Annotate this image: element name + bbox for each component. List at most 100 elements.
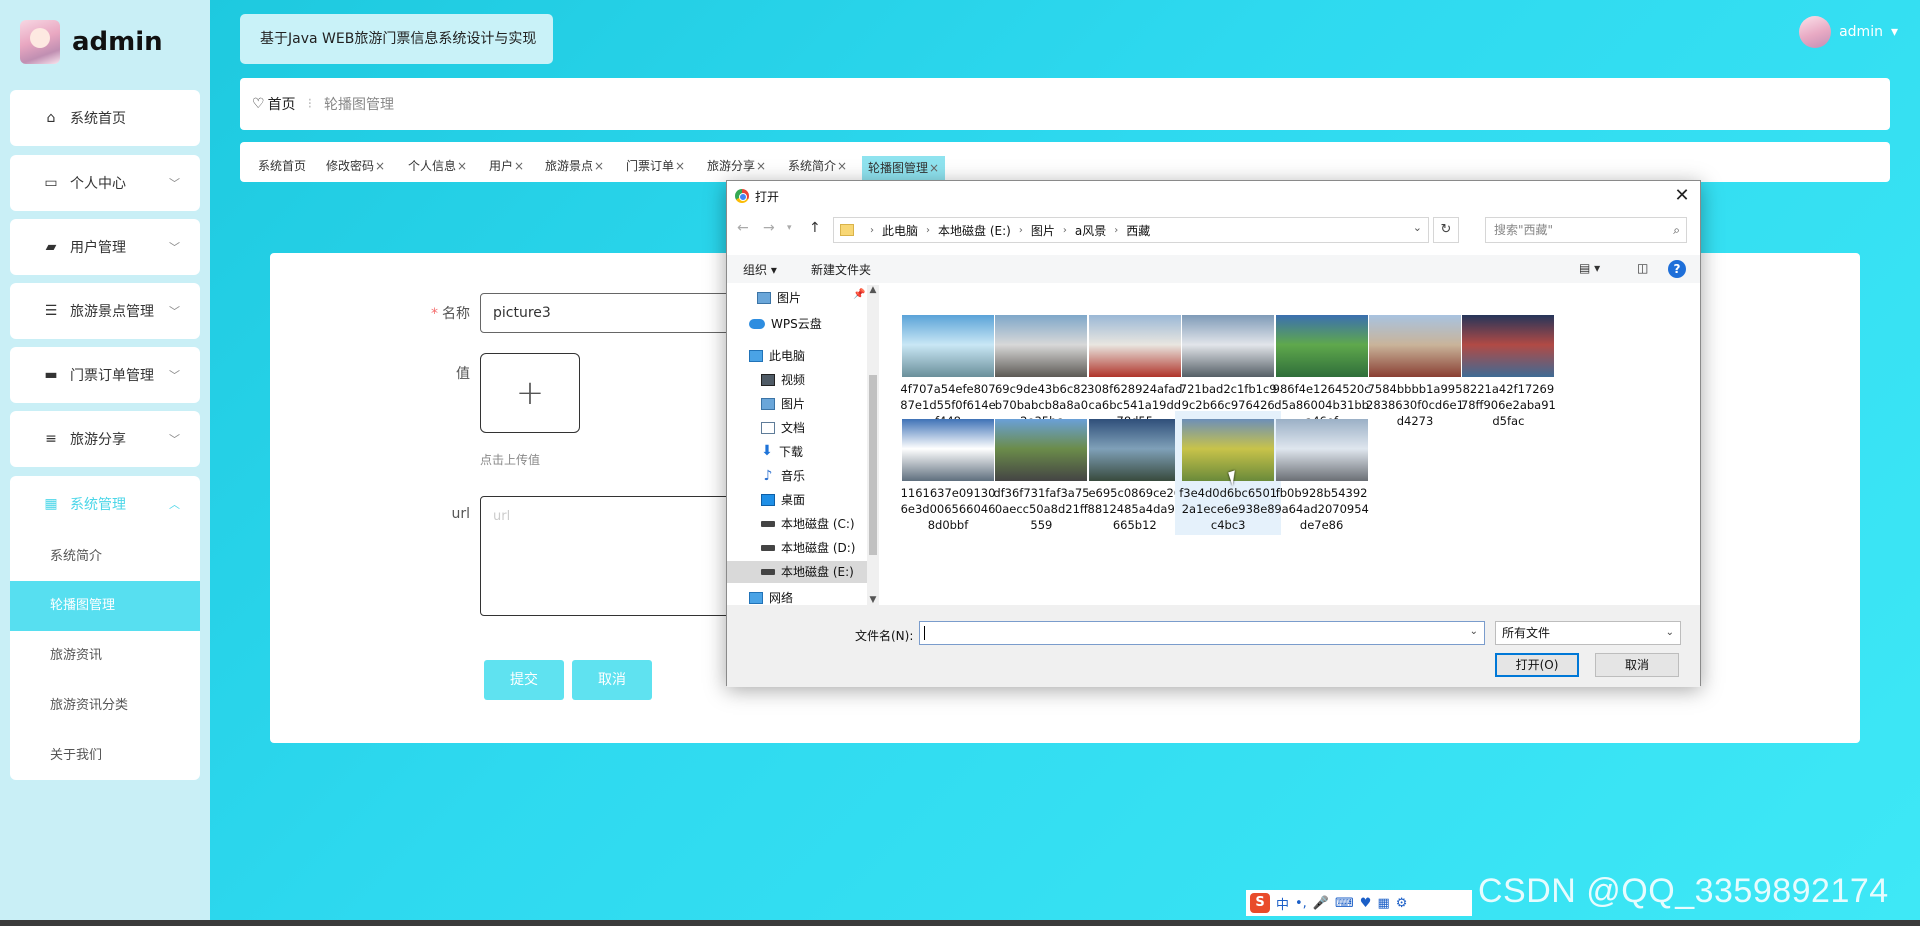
- name-field[interactable]: picture3: [480, 293, 740, 333]
- submenu-item-news-category[interactable]: 旅游资讯分类: [10, 681, 200, 731]
- up-arrow-icon[interactable]: ↑: [809, 220, 821, 236]
- tab-carousel-management[interactable]: 轮播图管理×: [862, 156, 946, 180]
- nav-item-network[interactable]: 网络: [749, 587, 793, 605]
- path-segment[interactable]: 图片: [1031, 222, 1055, 239]
- file-item[interactable]: 1161637e091306e3d0065660468d0bbf: [895, 411, 1001, 535]
- close-icon[interactable]: ×: [457, 159, 467, 173]
- open-button[interactable]: 打开(O): [1495, 653, 1579, 677]
- nav-item-wps-cloud[interactable]: WPS云盘: [749, 313, 822, 335]
- nav-item-disk-c[interactable]: 本地磁盘 (C:): [761, 513, 855, 535]
- nav-item-music[interactable]: ♪ 音乐: [761, 465, 805, 487]
- file-thumbnail: [1462, 315, 1555, 377]
- keyboard-icon[interactable]: ⌨: [1335, 896, 1354, 911]
- close-icon[interactable]: ✕: [1672, 185, 1692, 206]
- sidebar-item-attractions[interactable]: ☰ 旅游景点管理 ﹀: [10, 283, 200, 339]
- close-icon[interactable]: ×: [756, 159, 766, 173]
- name-label: * 名称: [431, 306, 470, 322]
- path-segment[interactable]: 此电脑: [882, 222, 918, 239]
- sidebar-item-label: 旅游景点管理: [70, 304, 154, 320]
- chevron-down-icon[interactable]: ⌄: [1470, 626, 1478, 637]
- nav-item-videos[interactable]: 视频: [761, 369, 805, 391]
- organize-button[interactable]: 组织 ▾: [743, 261, 777, 278]
- sidebar-item-personal-center[interactable]: ▭ 个人中心 ﹀: [10, 155, 200, 211]
- tab-personal-info[interactable]: 个人信息×: [408, 154, 467, 178]
- sidebar-item-label: 个人中心: [70, 176, 126, 192]
- file-item[interactable]: fb0b928b543929a64ad2070954de7e86: [1269, 411, 1375, 535]
- skin-icon[interactable]: ♥: [1360, 896, 1372, 911]
- forward-arrow-icon[interactable]: →: [763, 220, 775, 236]
- chevron-down-icon[interactable]: ⌄: [1413, 221, 1422, 234]
- punctuation-icon[interactable]: •,: [1295, 896, 1307, 911]
- submit-button[interactable]: 提交: [484, 660, 564, 700]
- nav-item-disk-d[interactable]: 本地磁盘 (D:): [761, 537, 855, 559]
- nav-item-this-pc[interactable]: 此电脑: [749, 345, 805, 367]
- brand: admin: [20, 20, 163, 64]
- file-item[interactable]: 7584bbbb1a9952838630f0cd6e1d4273: [1362, 307, 1468, 431]
- close-icon[interactable]: ×: [929, 161, 939, 175]
- close-icon[interactable]: ×: [675, 159, 685, 173]
- sidebar-item-system-management[interactable]: ▦ 系统管理 ︿: [10, 476, 200, 532]
- ime-mode[interactable]: 中: [1276, 894, 1289, 913]
- submenu-item-carousel[interactable]: 轮播图管理: [10, 581, 200, 631]
- sidebar-item-ticket-orders[interactable]: ▬ 门票订单管理 ﹀: [10, 347, 200, 403]
- microphone-icon[interactable]: 🎤: [1313, 896, 1329, 911]
- view-options-icon[interactable]: ▤ ▾: [1579, 261, 1600, 275]
- help-icon[interactable]: ?: [1668, 260, 1686, 278]
- tab-change-password[interactable]: 修改密码×: [326, 154, 385, 178]
- tab-travel-share[interactable]: 旅游分享×: [707, 154, 766, 178]
- breadcrumb-home[interactable]: ♡ 首页: [252, 94, 296, 114]
- file-thumbnail: [1275, 419, 1368, 481]
- scroll-down-icon[interactable]: ▼: [867, 595, 879, 605]
- submenu-item-travel-news[interactable]: 旅游资讯: [10, 631, 200, 681]
- dialog-cancel-button[interactable]: 取消: [1595, 653, 1679, 677]
- tab-system-intro[interactable]: 系统简介×: [788, 154, 847, 178]
- tab-system-home[interactable]: 系统首页: [258, 154, 306, 178]
- user-menu[interactable]: admin ▾: [1799, 16, 1898, 48]
- close-icon[interactable]: ×: [514, 159, 524, 173]
- address-bar[interactable]: › 此电脑 › 本地磁盘 (E:) › 图片 › a风景 › 西藏 ⌄: [833, 217, 1429, 243]
- file-item[interactable]: 8221a42f1726978ff906e2aba91d5fac: [1455, 307, 1561, 431]
- sidebar-item-home[interactable]: ⌂ 系统首页: [10, 90, 200, 146]
- submenu-item-about-us[interactable]: 关于我们: [10, 731, 200, 781]
- nav-item-desktop[interactable]: 桌面: [761, 489, 805, 511]
- recent-chevron-icon[interactable]: ▾: [787, 223, 792, 233]
- path-segment[interactable]: 本地磁盘 (E:): [938, 222, 1011, 239]
- nav-item-downloads[interactable]: ⬇ 下载: [761, 441, 803, 463]
- tab-ticket-orders[interactable]: 门票订单×: [626, 154, 685, 178]
- sliders-icon: ≡: [45, 431, 57, 447]
- path-segment[interactable]: 西藏: [1126, 222, 1150, 239]
- nav-item-pictures-pinned[interactable]: 图片: [757, 287, 857, 309]
- nav-item-disk-e[interactable]: 本地磁盘 (E:): [727, 561, 867, 583]
- file-item[interactable]: e695c0869ce268812485a4da96665b12: [1082, 411, 1188, 535]
- pin-icon[interactable]: 📌: [853, 289, 865, 300]
- network-icon: [749, 592, 763, 604]
- scroll-up-icon[interactable]: ▲: [867, 285, 879, 295]
- nav-item-documents[interactable]: 文档: [761, 417, 805, 439]
- navigation-scrollbar[interactable]: ▲ ▼: [867, 285, 879, 605]
- back-arrow-icon[interactable]: ←: [737, 220, 749, 236]
- nav-item-pictures[interactable]: 图片: [761, 393, 805, 415]
- filename-input[interactable]: ⌄: [919, 621, 1485, 645]
- filetype-select[interactable]: 所有文件 ⌄: [1495, 621, 1681, 645]
- sidebar-item-user-management[interactable]: ▰ 用户管理 ﹀: [10, 219, 200, 275]
- preview-pane-icon[interactable]: ◫: [1637, 261, 1648, 275]
- upload-button[interactable]: +: [480, 353, 580, 433]
- cancel-button[interactable]: 取消: [572, 660, 652, 700]
- close-icon[interactable]: ×: [375, 159, 385, 173]
- scrollbar-thumb[interactable]: [869, 375, 877, 555]
- ime-toolbar[interactable]: S 中 •, 🎤 ⌨ ♥ ▦ ⚙: [1246, 890, 1472, 916]
- search-input[interactable]: 搜索"西藏" ⌕: [1485, 217, 1687, 243]
- url-textarea[interactable]: url: [480, 496, 740, 616]
- toolbox-icon[interactable]: ▦: [1377, 896, 1389, 911]
- sidebar-item-travel-share[interactable]: ≡ 旅游分享 ﹀: [10, 411, 200, 467]
- close-icon[interactable]: ×: [837, 159, 847, 173]
- refresh-button[interactable]: ↻: [1433, 217, 1459, 243]
- tab-attractions[interactable]: 旅游景点×: [545, 154, 604, 178]
- new-folder-button[interactable]: 新建文件夹: [811, 261, 871, 278]
- path-segment[interactable]: a风景: [1075, 222, 1106, 239]
- tab-user[interactable]: 用户×: [489, 154, 524, 178]
- file-item[interactable]: df36f731faf3a750aecc50a8d21ff559: [988, 411, 1094, 535]
- settings-icon[interactable]: ⚙: [1396, 896, 1408, 911]
- submenu-item-system-intro[interactable]: 系统简介: [10, 532, 200, 582]
- close-icon[interactable]: ×: [594, 159, 604, 173]
